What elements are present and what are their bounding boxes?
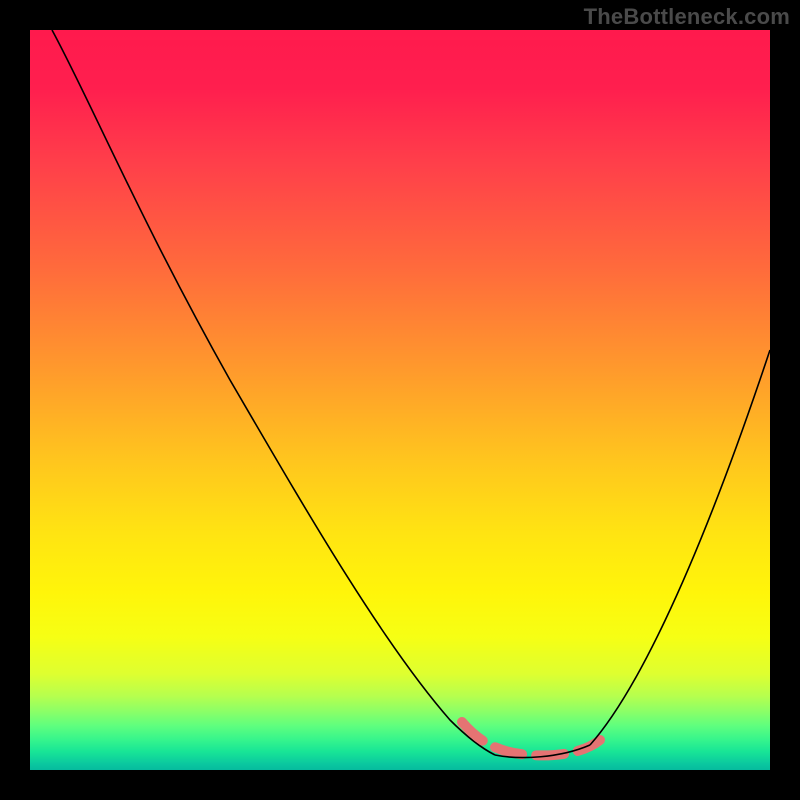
chart-frame: TheBottleneck.com xyxy=(0,0,800,800)
valley-highlight xyxy=(462,722,600,755)
watermark-text: TheBottleneck.com xyxy=(584,4,790,30)
curve-left-branch xyxy=(52,30,495,755)
curve-layer xyxy=(30,30,770,770)
plot-area xyxy=(30,30,770,770)
curve-right-branch xyxy=(590,350,770,745)
